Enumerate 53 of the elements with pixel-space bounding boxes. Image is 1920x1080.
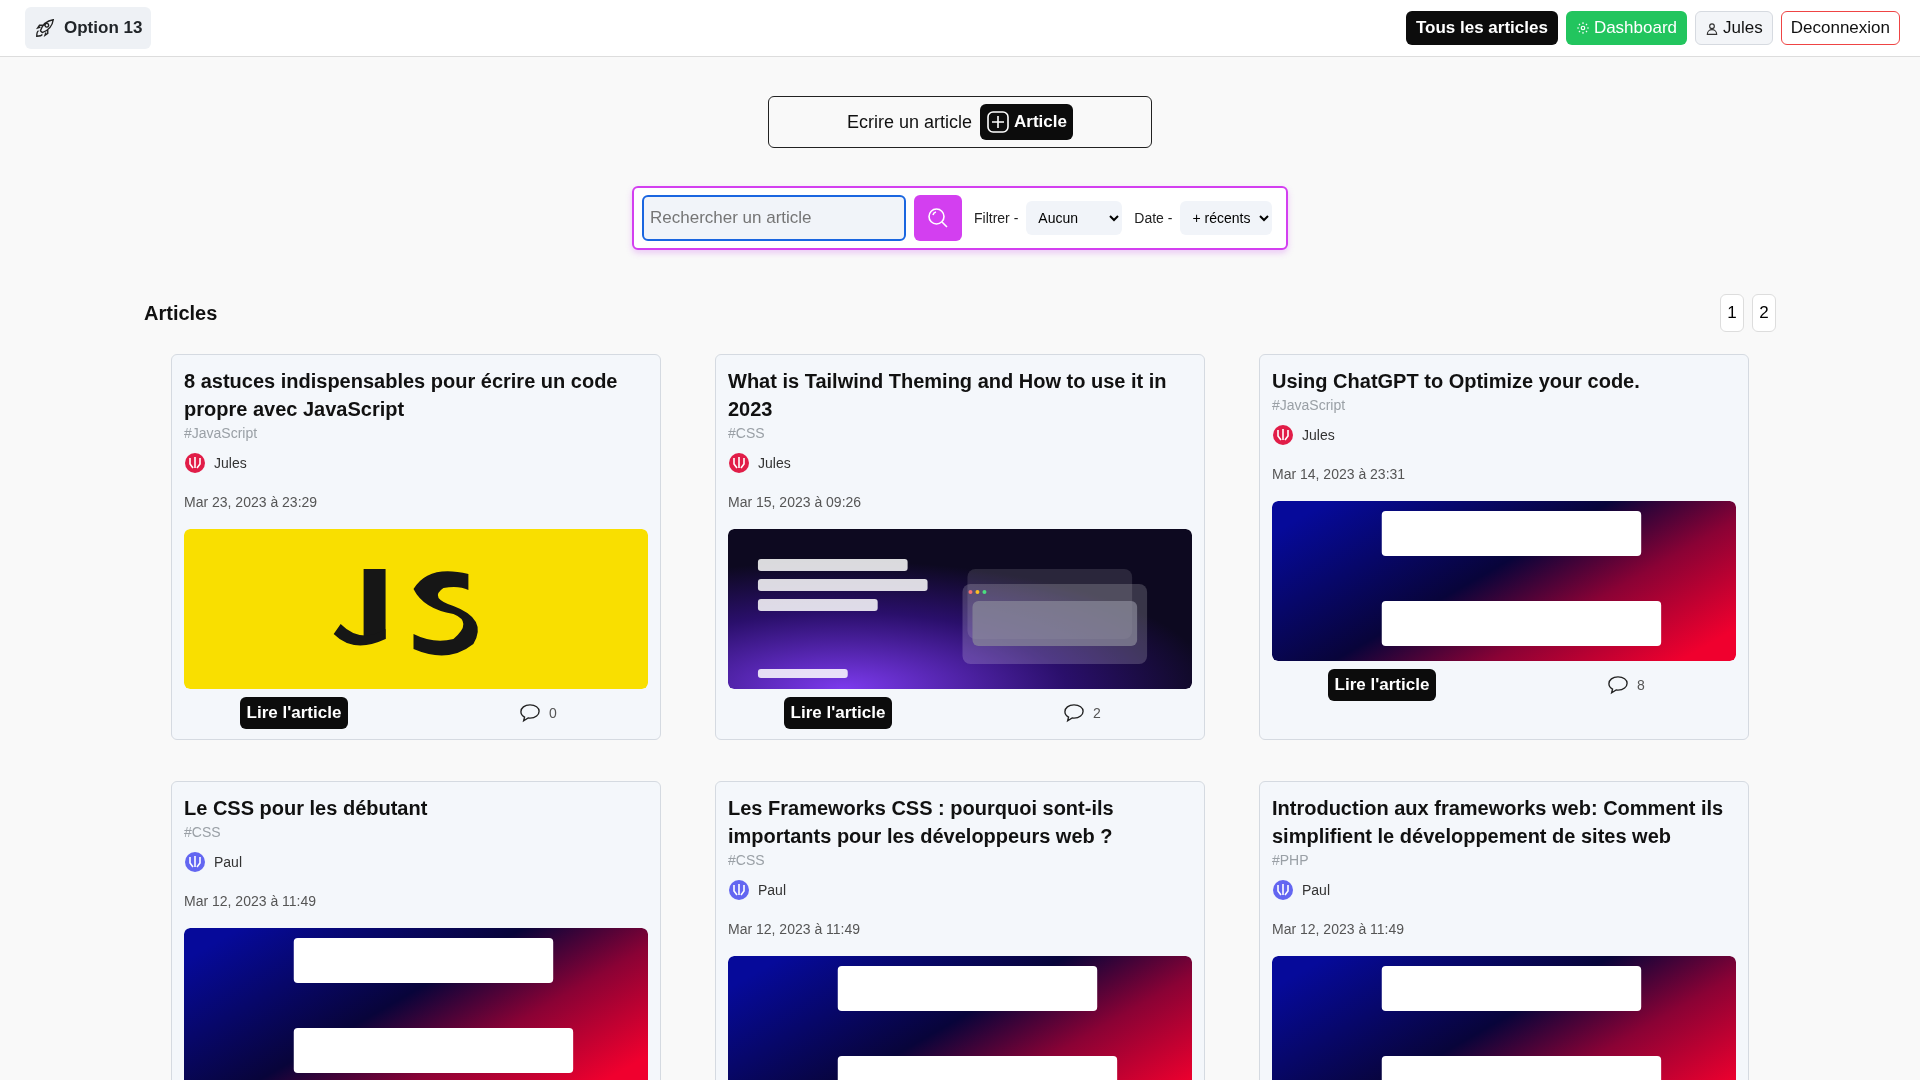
article-tag: #PHP: [1272, 850, 1736, 872]
article-tag: #JavaScript: [1272, 395, 1736, 416]
page-button[interactable]: 2: [1752, 294, 1776, 332]
page-button[interactable]: 1: [1720, 294, 1744, 332]
profile-button[interactable]: Jules: [1695, 10, 1773, 46]
filter-select[interactable]: Aucun: [1026, 201, 1123, 235]
article-title: Using ChatGPT to Optimize your code.: [1272, 369, 1641, 394]
section-title: Articles: [144, 301, 218, 325]
article-title: Introduction aux frameworks web: Comment ils simplifient le développement de sites web: [1272, 796, 1725, 850]
date-select[interactable]: + récents: [1180, 201, 1273, 235]
article-tag: #CSS: [728, 423, 1192, 444]
author-name: Paul: [214, 852, 243, 872]
comment-count: 2: [1093, 703, 1101, 723]
search-icon: [926, 206, 950, 230]
articles-button[interactable]: Tous les articles: [1405, 10, 1558, 46]
article-date: Mar 12, 2023 à 11:49: [184, 892, 318, 912]
author-name: Jules: [214, 453, 247, 473]
plus-icon: [986, 110, 1011, 134]
comment-icon: [1063, 703, 1086, 724]
article-date: Mar 23, 2023 à 23:29: [184, 493, 319, 512]
author-name: Paul: [1302, 880, 1331, 900]
comment-icon: [519, 703, 542, 724]
search-button[interactable]: [914, 195, 962, 241]
rocket-icon: [34, 17, 56, 39]
comment-count: 0: [549, 703, 557, 723]
article-title: What is Tailwind Theming and How to use it in 2023: [728, 369, 1168, 422]
article-tag: #JavaScript: [184, 423, 648, 444]
new-article-button[interactable]: Article: [980, 104, 1073, 140]
author-name: Paul: [758, 880, 787, 900]
person-icon: [1705, 20, 1720, 36]
read-article-button[interactable]: Lire l'article: [783, 697, 893, 730]
date-label: Date -: [1134, 208, 1173, 228]
author-name: Jules: [1302, 425, 1335, 445]
author-name: Jules: [758, 453, 791, 473]
comment-icon: [1607, 675, 1630, 696]
article-title: 8 astuces indispensables pour écrire un code propre avec JavaScript: [184, 369, 619, 422]
read-article-button[interactable]: Lire l'article: [239, 697, 349, 730]
article-tag: #CSS: [184, 822, 648, 844]
logout-button[interactable]: Deconnexion: [1780, 10, 1900, 46]
article-tag: #CSS: [728, 850, 1192, 872]
write-label: Ecrire un article: [847, 110, 973, 134]
brand-link[interactable]: Option 13: [25, 7, 152, 49]
read-article-button[interactable]: Lire l'article: [1327, 669, 1437, 702]
article-date: Mar 12, 2023 à 11:49: [1272, 920, 1406, 940]
article-date: Mar 12, 2023 à 11:49: [728, 920, 862, 940]
gear-icon: [1575, 21, 1590, 35]
article-date: Mar 15, 2023 à 09:26: [728, 493, 863, 512]
search-field[interactable]: Rechercher un article: [642, 195, 906, 241]
filter-label: Filtrer -: [974, 208, 1019, 228]
article-title: Le CSS pour les débutant: [184, 796, 429, 822]
article-date: Mar 14, 2023 à 23:31: [1272, 465, 1407, 484]
comment-count: 8: [1637, 675, 1645, 695]
article-title: Les Frameworks CSS : pourquoi sont-ils importants pour les développeurs web ?: [728, 796, 1115, 850]
